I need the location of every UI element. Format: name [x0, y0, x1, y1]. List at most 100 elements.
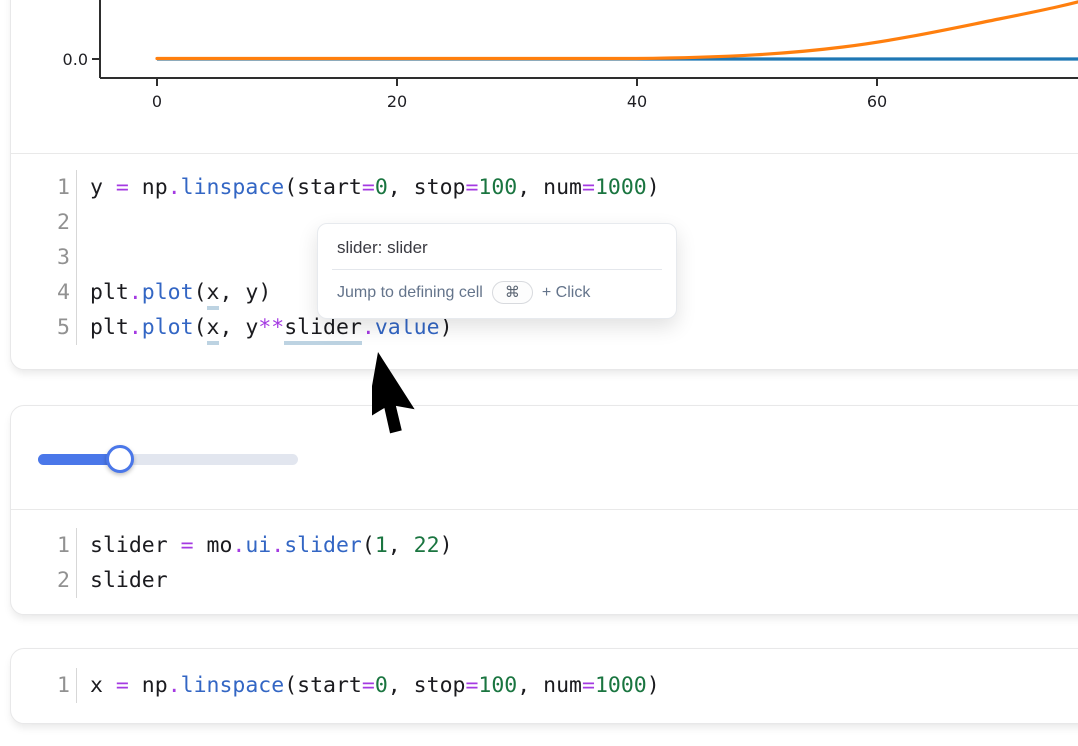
line-number: 5: [11, 310, 77, 345]
code-text: slider: [77, 563, 168, 598]
code-token: plot: [142, 315, 194, 340]
x-tick-label: 20: [387, 92, 407, 111]
code-text: [77, 205, 90, 240]
line-number: 1: [11, 528, 77, 563]
slider-output: [11, 406, 1078, 510]
code-token: .: [168, 175, 181, 200]
code-token: (: [284, 673, 297, 698]
line-number: 2: [11, 563, 77, 598]
variable-reference[interactable]: x: [207, 315, 220, 345]
code-token: ): [647, 175, 660, 200]
code-token: (: [284, 175, 297, 200]
code-token: =: [362, 673, 375, 698]
code-token: .: [129, 315, 142, 340]
code-token: , stop: [388, 673, 466, 698]
code-token: =: [582, 175, 595, 200]
code-token: , stop: [388, 175, 466, 200]
code-token: , num: [517, 673, 582, 698]
code-token: ui: [245, 533, 271, 558]
code-token: , y: [219, 315, 258, 340]
code-token: =: [465, 175, 478, 200]
code-text: plt.plot(x, y): [77, 275, 271, 310]
variable-reference[interactable]: slider: [284, 315, 362, 345]
code-token: 1000: [595, 673, 647, 698]
code-token: 22: [414, 533, 440, 558]
code-line[interactable]: 1slider = mo.ui.slider(1, 22): [11, 528, 1078, 563]
line-number: 4: [11, 275, 77, 310]
code-token: =: [116, 175, 129, 200]
code-token: .: [232, 533, 245, 558]
tooltip-click-hint: + Click: [542, 284, 590, 302]
mouse-cursor-icon: [372, 349, 452, 449]
code-line[interactable]: 1x = np.linspace(start=0, stop=100, num=…: [11, 668, 1078, 703]
code-token: slider: [90, 568, 168, 593]
code-token: , num: [517, 175, 582, 200]
code-token: ): [647, 673, 660, 698]
code-token: =: [362, 175, 375, 200]
code-token: =: [465, 673, 478, 698]
slider-track[interactable]: [38, 454, 298, 465]
code-token: linspace: [181, 673, 285, 698]
code-token: plot: [142, 280, 194, 305]
code-token: 0: [375, 175, 388, 200]
code-token: (: [194, 315, 207, 340]
x-tick-marks: [157, 78, 877, 86]
code-token: 0: [375, 673, 388, 698]
code-token: mo: [194, 533, 233, 558]
line-number: 1: [11, 668, 77, 703]
code-token: linspace: [181, 175, 285, 200]
matplotlib-plot: 0.0 0 20 40 60: [11, 0, 1078, 153]
line-number: 2: [11, 205, 77, 240]
code-editor-slider[interactable]: 1slider = mo.ui.slider(1, 22)2slider: [11, 510, 1078, 614]
code-text: slider = mo.ui.slider(1, 22): [77, 528, 453, 563]
orange-curve-series: [157, 0, 1078, 59]
code-token: x: [90, 673, 116, 698]
code-token: np: [129, 673, 168, 698]
code-token: np: [129, 175, 168, 200]
code-token: , y): [219, 280, 271, 305]
y-tick-label: 0.0: [63, 50, 88, 69]
command-key-badge: ⌘: [492, 281, 533, 304]
x-tick-label: 40: [627, 92, 647, 111]
code-token: 100: [478, 673, 517, 698]
x-tick-label: 0: [152, 92, 162, 111]
code-token: (: [194, 280, 207, 305]
x-tick-label: 60: [867, 92, 887, 111]
code-text: [77, 240, 90, 275]
code-token: .: [271, 533, 284, 558]
plot-output: 0.0 0 20 40 60: [11, 0, 1078, 154]
code-text: x = np.linspace(start=0, stop=100, num=1…: [77, 668, 660, 703]
code-line[interactable]: 1y = np.linspace(start=0, stop=100, num=…: [11, 170, 1078, 205]
tooltip-action-label: Jump to defining cell: [337, 284, 483, 302]
variable-reference[interactable]: x: [207, 280, 220, 310]
line-number: 3: [11, 240, 77, 275]
code-token: .: [129, 280, 142, 305]
code-token: ,: [388, 533, 414, 558]
code-token: plt: [90, 315, 129, 340]
slider-thumb[interactable]: [106, 445, 134, 473]
variable-tooltip: slider: slider Jump to defining cell ⌘ +…: [317, 223, 677, 319]
code-token: 1000: [595, 175, 647, 200]
code-token: start: [297, 175, 362, 200]
code-token: (: [362, 533, 375, 558]
code-token: y: [90, 175, 116, 200]
line-number: 1: [11, 170, 77, 205]
tooltip-divider: [332, 269, 662, 270]
cell-slider: 1slider = mo.ui.slider(1, 22)2slider: [10, 405, 1078, 615]
code-token: ): [440, 533, 453, 558]
code-editor-x[interactable]: 1x = np.linspace(start=0, stop=100, num=…: [11, 649, 1078, 723]
code-token: start: [297, 673, 362, 698]
code-token: slider: [90, 533, 181, 558]
tooltip-title: slider: slider: [337, 237, 657, 259]
code-token: 1: [375, 533, 388, 558]
code-token: =: [582, 673, 595, 698]
code-line[interactable]: 2 slider: [11, 563, 1078, 598]
code-text: y = np.linspace(start=0, stop=100, num=1…: [77, 170, 660, 205]
code-token: .: [168, 673, 181, 698]
code-token: plt: [90, 280, 129, 305]
cell-x: 1x = np.linspace(start=0, stop=100, num=…: [10, 648, 1078, 724]
code-token: =: [181, 533, 194, 558]
code-token: 100: [478, 175, 517, 200]
code-token: **: [258, 315, 284, 340]
code-token: slider: [284, 533, 362, 558]
